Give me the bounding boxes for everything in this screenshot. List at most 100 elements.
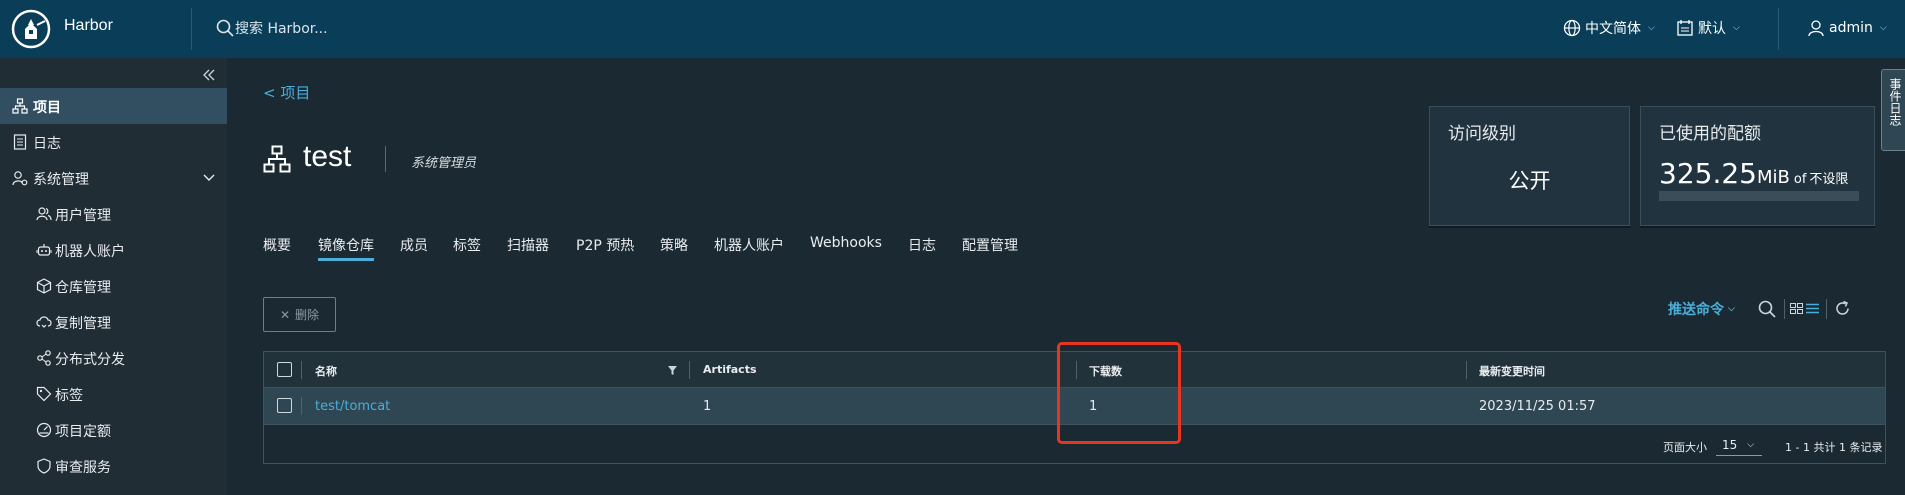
globe-icon bbox=[1563, 19, 1581, 37]
tab-scanner[interactable]: 扫描器 bbox=[507, 235, 549, 261]
title-divider bbox=[385, 146, 386, 172]
header-divider bbox=[1778, 8, 1779, 50]
distribution-icon bbox=[37, 350, 51, 366]
quota-usage: 325.25MiB of 不设限 bbox=[1659, 157, 1848, 190]
project-name: test bbox=[303, 140, 352, 173]
sidebar-item-label: 日志 bbox=[33, 136, 61, 152]
event-log-tab[interactable]: 事件日志 bbox=[1881, 69, 1905, 151]
sidebar-item-interrogation-services[interactable]: 审查服务 bbox=[0, 448, 227, 484]
sidebar-item-system-admin[interactable]: 系统管理 bbox=[0, 160, 227, 196]
language-label: 中文简体 bbox=[1585, 21, 1641, 37]
sidebar-item-labels[interactable]: 标签 bbox=[0, 376, 227, 412]
tag-icon bbox=[36, 386, 52, 402]
chevron-down-icon bbox=[203, 174, 215, 181]
close-icon: ✕ bbox=[279, 307, 291, 322]
pagination-summary: 1 - 1 共计 1 条记录 bbox=[1785, 441, 1883, 454]
tab-p2p-preheat[interactable]: P2P 预热 bbox=[576, 235, 634, 261]
push-command-label: 推送命令 bbox=[1668, 302, 1724, 318]
delete-button[interactable]: ✕ 删除 bbox=[263, 297, 336, 332]
sidebar-item-robot-accounts[interactable]: 机器人账户 bbox=[0, 232, 227, 268]
delete-label: 删除 bbox=[295, 308, 320, 322]
sidebar-item-registries[interactable]: 仓库管理 bbox=[0, 268, 227, 304]
repository-name-link[interactable]: test/tomcat bbox=[315, 399, 390, 414]
language-selector[interactable]: 中文简体 ⌵ bbox=[1563, 17, 1655, 39]
tab-members[interactable]: 成员 bbox=[400, 235, 428, 261]
theme-selector[interactable]: 默认 ⌵ bbox=[1676, 17, 1740, 39]
quota-card: 已使用的配额 325.25MiB of 不设限 bbox=[1640, 106, 1875, 226]
replication-icon bbox=[36, 316, 52, 328]
tab-summary[interactable]: 概要 bbox=[263, 235, 291, 261]
page-size-select[interactable]: 15 ⌵ bbox=[1716, 434, 1762, 456]
grid-view-icon[interactable] bbox=[1790, 303, 1803, 314]
sidebar-item-project-quotas[interactable]: 项目定额 bbox=[0, 412, 227, 448]
users-icon bbox=[36, 207, 52, 221]
access-level-card: 访问级别 公开 bbox=[1429, 106, 1630, 226]
tab-policy[interactable]: 策略 bbox=[660, 235, 688, 261]
column-header-name[interactable]: 名称 bbox=[315, 363, 337, 379]
shield-icon bbox=[37, 458, 51, 474]
theme-label: 默认 bbox=[1698, 21, 1726, 37]
highlight-annotation bbox=[1057, 342, 1181, 444]
quota-unit: MiB bbox=[1756, 167, 1790, 188]
collapse-sidebar-icon[interactable] bbox=[201, 67, 217, 83]
tab-configuration[interactable]: 配置管理 bbox=[962, 235, 1018, 261]
search-input[interactable] bbox=[235, 18, 535, 40]
tab-labels[interactable]: 标签 bbox=[453, 235, 481, 261]
sidebar-item-distributions[interactable]: 分布式分发 bbox=[0, 340, 227, 376]
sidebar-item-label: 项目 bbox=[33, 100, 61, 116]
sidebar-item-users[interactable]: 用户管理 bbox=[0, 196, 227, 232]
tab-repositories[interactable]: 镜像仓库 bbox=[318, 235, 374, 261]
page-size-value: 15 bbox=[1722, 437, 1738, 452]
sidebar-item-replications[interactable]: 复制管理 bbox=[0, 304, 227, 340]
quota-progress-bar bbox=[1659, 191, 1859, 201]
column-separator bbox=[301, 361, 302, 379]
list-view-icon[interactable] bbox=[1806, 303, 1819, 314]
access-level-value: 公开 bbox=[1508, 169, 1551, 193]
event-log-label: 事件日志 bbox=[1888, 78, 1902, 126]
sidebar: 项目 日志 系统管理 用户管理 机器人账户 仓库管理 复制管理 分布式分发 标签… bbox=[0, 58, 227, 495]
page-size-label: 页面大小 bbox=[1663, 441, 1707, 454]
sidebar-item-logs[interactable]: 日志 bbox=[0, 124, 227, 160]
project-icon bbox=[12, 98, 28, 114]
tab-webhooks[interactable]: Webhooks bbox=[810, 235, 882, 261]
sidebar-item-projects[interactable]: 项目 bbox=[0, 88, 227, 124]
push-command-dropdown[interactable]: 推送命令 ⌵ bbox=[1668, 299, 1735, 319]
quota-title: 已使用的配额 bbox=[1659, 124, 1761, 144]
search-icon[interactable] bbox=[1758, 300, 1776, 318]
brand-name: Harbor bbox=[64, 17, 113, 34]
chevron-down-icon: ⌵ bbox=[1879, 23, 1887, 33]
access-level-title: 访问级别 bbox=[1448, 124, 1516, 144]
sidebar-item-label: 复制管理 bbox=[55, 316, 111, 332]
back-to-projects-link[interactable]: < 项目 bbox=[263, 82, 310, 103]
toolbar-divider bbox=[1784, 299, 1785, 319]
chevron-down-icon: ⌵ bbox=[1747, 439, 1755, 450]
user-menu[interactable]: admin ⌵ bbox=[1807, 17, 1887, 39]
select-all-checkbox[interactable] bbox=[277, 362, 292, 377]
quota-icon bbox=[36, 422, 52, 438]
row-checkbox[interactable] bbox=[277, 398, 292, 413]
column-separator bbox=[301, 397, 302, 415]
column-header-last-modified[interactable]: 最新变更时间 bbox=[1479, 363, 1545, 379]
column-separator bbox=[689, 361, 690, 379]
refresh-icon[interactable] bbox=[1834, 300, 1851, 317]
registry-icon bbox=[36, 278, 52, 294]
calendar-icon bbox=[1677, 20, 1693, 36]
tab-robot-accounts[interactable]: 机器人账户 bbox=[714, 235, 784, 261]
chevron-down-icon: ⌵ bbox=[1733, 23, 1740, 33]
chevron-down-icon: ⌵ bbox=[1648, 23, 1655, 33]
sidebar-item-label: 标签 bbox=[55, 388, 83, 404]
last-modified-time: 2023/11/25 01:57 bbox=[1479, 399, 1596, 414]
sidebar-item-label: 分布式分发 bbox=[55, 352, 125, 368]
quota-limit: 不设限 bbox=[1809, 172, 1849, 187]
tab-logs[interactable]: 日志 bbox=[908, 235, 936, 261]
username: admin bbox=[1829, 20, 1873, 36]
sidebar-item-label: 审查服务 bbox=[55, 460, 111, 476]
harbor-logo-icon[interactable] bbox=[11, 9, 51, 49]
sidebar-item-label: 用户管理 bbox=[55, 208, 111, 224]
project-role: 系统管理员 bbox=[411, 156, 477, 171]
top-header: Harbor 中文简体 ⌵ 默认 ⌵ admin ⌵ bbox=[0, 0, 1905, 58]
column-header-artifacts[interactable]: Artifacts bbox=[703, 363, 757, 376]
filter-icon[interactable] bbox=[668, 366, 677, 375]
robot-icon bbox=[36, 244, 52, 256]
search-icon[interactable] bbox=[216, 19, 234, 37]
